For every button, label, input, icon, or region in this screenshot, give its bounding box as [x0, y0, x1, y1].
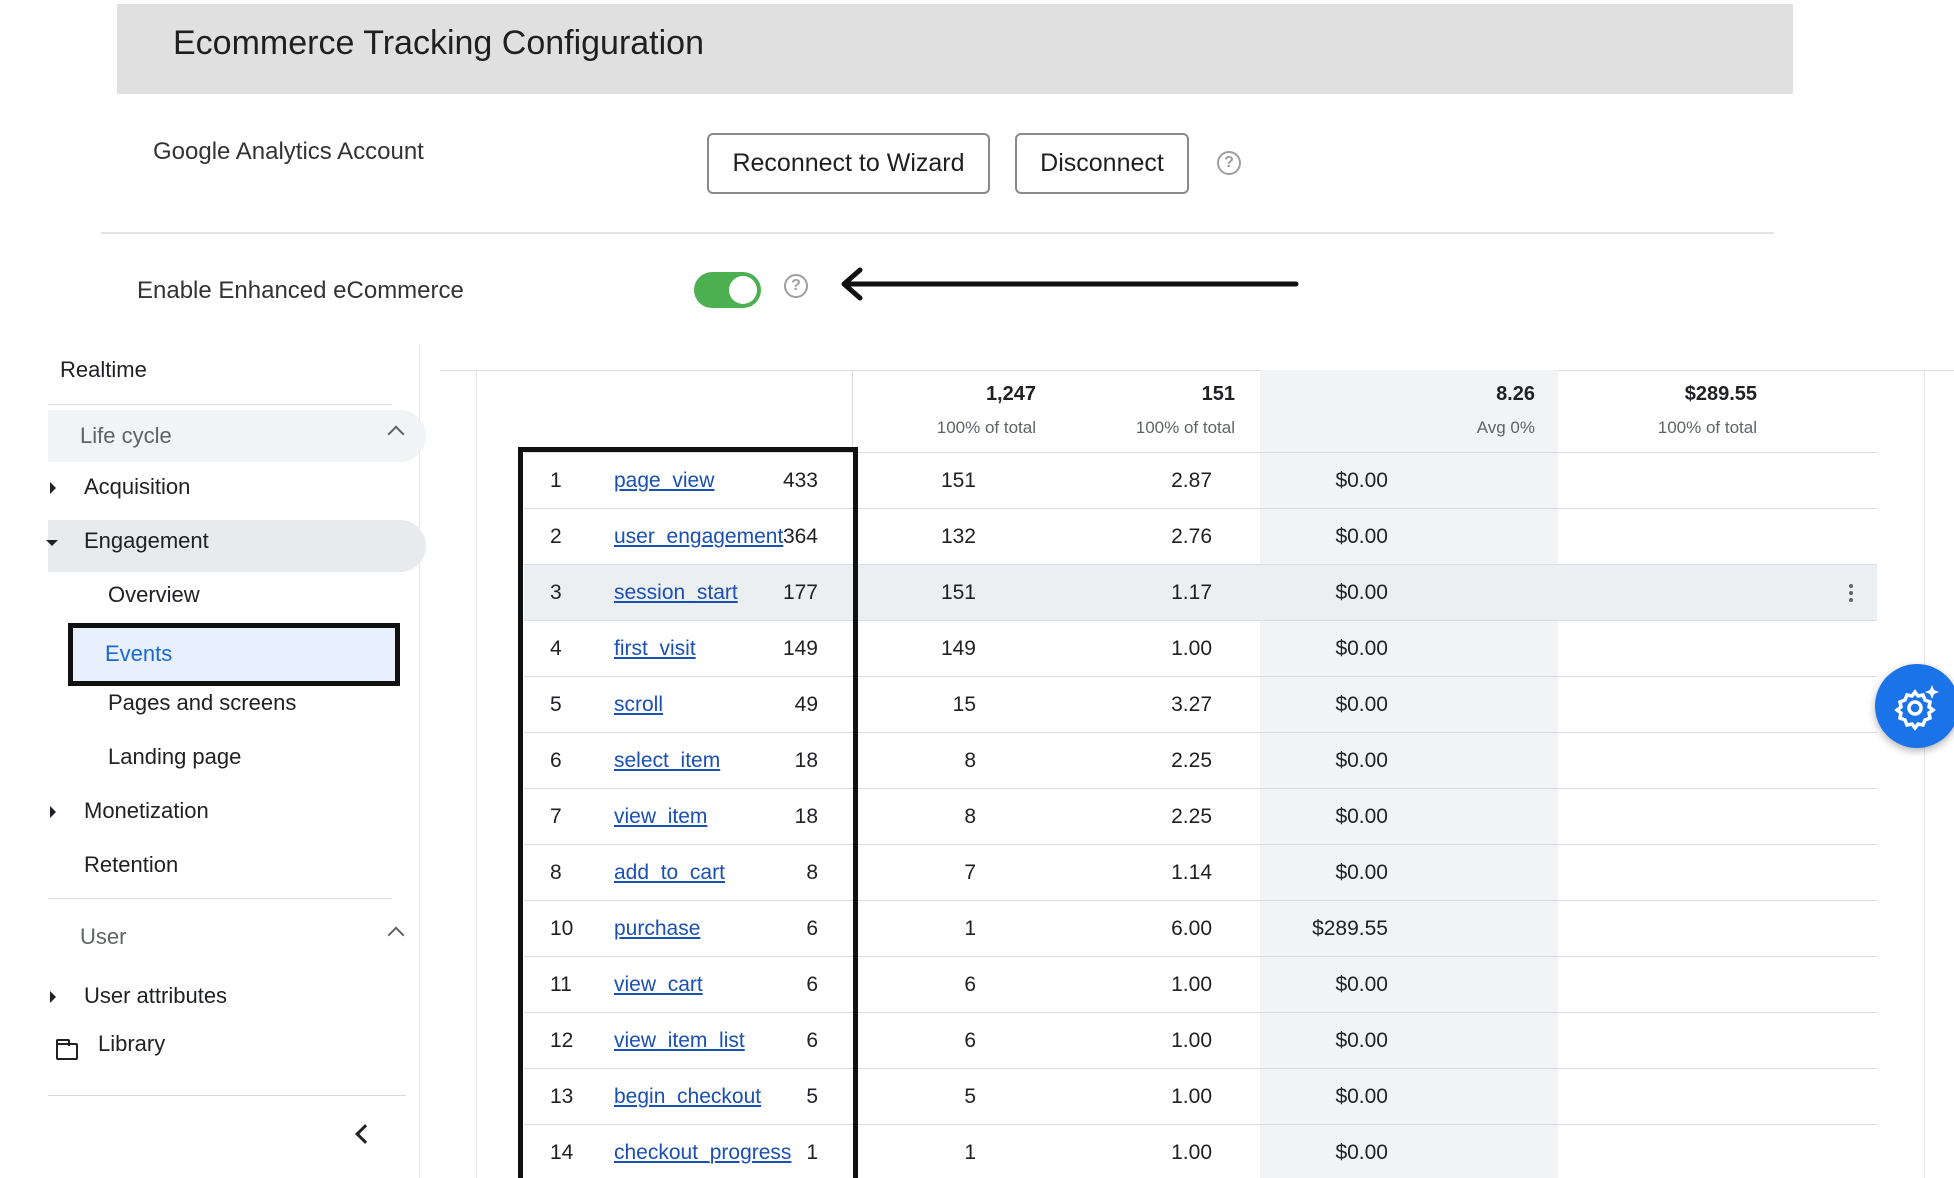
events-per-user: 2.25 [1171, 805, 1212, 828]
settings-sparkle-icon [1894, 685, 1939, 731]
ga-account-label: Google Analytics Account [153, 138, 424, 165]
total-users: 8 [964, 805, 976, 828]
caret-right-icon [50, 991, 56, 1003]
sidebar: Realtime Life cycle Acquisition Engageme… [28, 345, 426, 1178]
arrow-left-icon [841, 267, 1299, 301]
sidebar-item-events[interactable]: Events [68, 623, 400, 686]
total-revenue: $0.00 [1335, 693, 1388, 716]
total-revenue: $0.00 [1335, 581, 1388, 604]
total-revenue: $0.00 [1335, 805, 1388, 828]
divider [101, 232, 1774, 234]
events-per-user: 6.00 [1171, 917, 1212, 940]
events-per-user: 1.14 [1171, 861, 1212, 884]
sidebar-item-acquisition[interactable]: Acquisition [84, 474, 190, 500]
config-header: Ecommerce Tracking Configuration [117, 4, 1793, 94]
chevron-up-icon [387, 425, 405, 443]
events-per-user: 2.76 [1171, 525, 1212, 548]
total-users: 151 [940, 469, 976, 492]
help-icon[interactable]: ? [784, 274, 808, 298]
sidebar-section-user[interactable]: User [48, 911, 426, 963]
total-users: 15 [952, 693, 976, 716]
page-title: Ecommerce Tracking Configuration [173, 24, 705, 62]
events-per-user: 1.17 [1171, 581, 1212, 604]
sidebar-item-engagement[interactable]: Engagement [84, 528, 209, 554]
help-icon[interactable]: ? [1217, 151, 1241, 175]
reconnect-wizard-button[interactable]: Reconnect to Wizard [707, 133, 990, 194]
total-users: 132 [940, 525, 976, 548]
divider [48, 898, 392, 899]
chevron-up-icon [387, 926, 405, 944]
sidebar-item-overview[interactable]: Overview [108, 582, 200, 608]
folder-icon [56, 1039, 78, 1060]
events-per-user: 2.25 [1171, 749, 1212, 772]
total-revenue: $289.55 100% of total [1657, 383, 1757, 437]
sidebar-item-label: Events [105, 641, 173, 666]
section-label: Life cycle [80, 423, 172, 448]
total-revenue: $0.00 [1335, 469, 1388, 492]
events-per-user: 1.00 [1171, 1141, 1212, 1164]
divider [48, 404, 392, 405]
events-per-user: 1.00 [1171, 1085, 1212, 1108]
sidebar-section-lifecycle[interactable]: Life cycle [48, 410, 426, 462]
total-users: 151 [940, 581, 976, 604]
sidebar-item-realtime[interactable]: Realtime [60, 357, 147, 383]
caret-right-icon [50, 806, 56, 818]
events-per-user: 1.00 [1171, 1029, 1212, 1052]
total-users: 6 [964, 973, 976, 996]
divider [440, 370, 1954, 371]
total-event-count: 1,247 100% of total [936, 383, 1036, 437]
total-revenue: $0.00 [1335, 1085, 1388, 1108]
sidebar-item-pages-screens[interactable]: Pages and screens [108, 690, 296, 716]
sidebar-item-monetization[interactable]: Monetization [84, 798, 209, 824]
total-revenue: $0.00 [1335, 525, 1388, 548]
events-per-user: 2.87 [1171, 469, 1212, 492]
divider [48, 1095, 406, 1096]
section-label: User [80, 924, 127, 949]
total-revenue: $0.00 [1335, 1029, 1388, 1052]
events-per-user: 1.00 [1171, 637, 1212, 660]
enhanced-ecommerce-toggle[interactable] [694, 272, 761, 308]
analytics-screenshot: Realtime Life cycle Acquisition Engageme… [0, 345, 1954, 1178]
sidebar-item-library[interactable]: Library [98, 1031, 165, 1057]
total-revenue: $0.00 [1335, 973, 1388, 996]
sidebar-item-landing-page[interactable]: Landing page [108, 744, 241, 770]
event-name-highlight-box [518, 447, 858, 1178]
total-events-per-user: 8.26 Avg 0% [1476, 383, 1535, 437]
total-users: 1 [964, 1141, 976, 1164]
enhanced-ecommerce-label: Enable Enhanced eCommerce [137, 277, 464, 304]
total-users: 5 [964, 1085, 976, 1108]
caret-down-icon [46, 540, 58, 546]
total-revenue: $289.55 [1312, 917, 1388, 940]
events-per-user: 3.27 [1171, 693, 1212, 716]
total-revenue: $0.00 [1335, 637, 1388, 660]
collapse-sidebar-icon[interactable] [355, 1124, 375, 1144]
total-users: 151 100% of total [1135, 383, 1235, 437]
sidebar-item-user-attributes[interactable]: User attributes [84, 983, 227, 1009]
events-per-user: 1.00 [1171, 973, 1212, 996]
disconnect-button[interactable]: Disconnect [1015, 133, 1189, 194]
total-revenue: $0.00 [1335, 861, 1388, 884]
total-users: 6 [964, 1029, 976, 1052]
total-users: 1 [964, 917, 976, 940]
divider [476, 370, 477, 1178]
total-users: 7 [964, 861, 976, 884]
total-revenue: $0.00 [1335, 1141, 1388, 1164]
divider [1924, 370, 1925, 1178]
caret-right-icon [50, 482, 56, 494]
divider [852, 370, 853, 452]
insights-fab[interactable] [1875, 664, 1954, 748]
total-users: 8 [964, 749, 976, 772]
more-vert-icon[interactable] [1849, 584, 1853, 602]
sidebar-item-retention[interactable]: Retention [84, 852, 178, 878]
total-users: 149 [940, 637, 976, 660]
total-revenue: $0.00 [1335, 749, 1388, 772]
toggle-knob [729, 276, 757, 304]
